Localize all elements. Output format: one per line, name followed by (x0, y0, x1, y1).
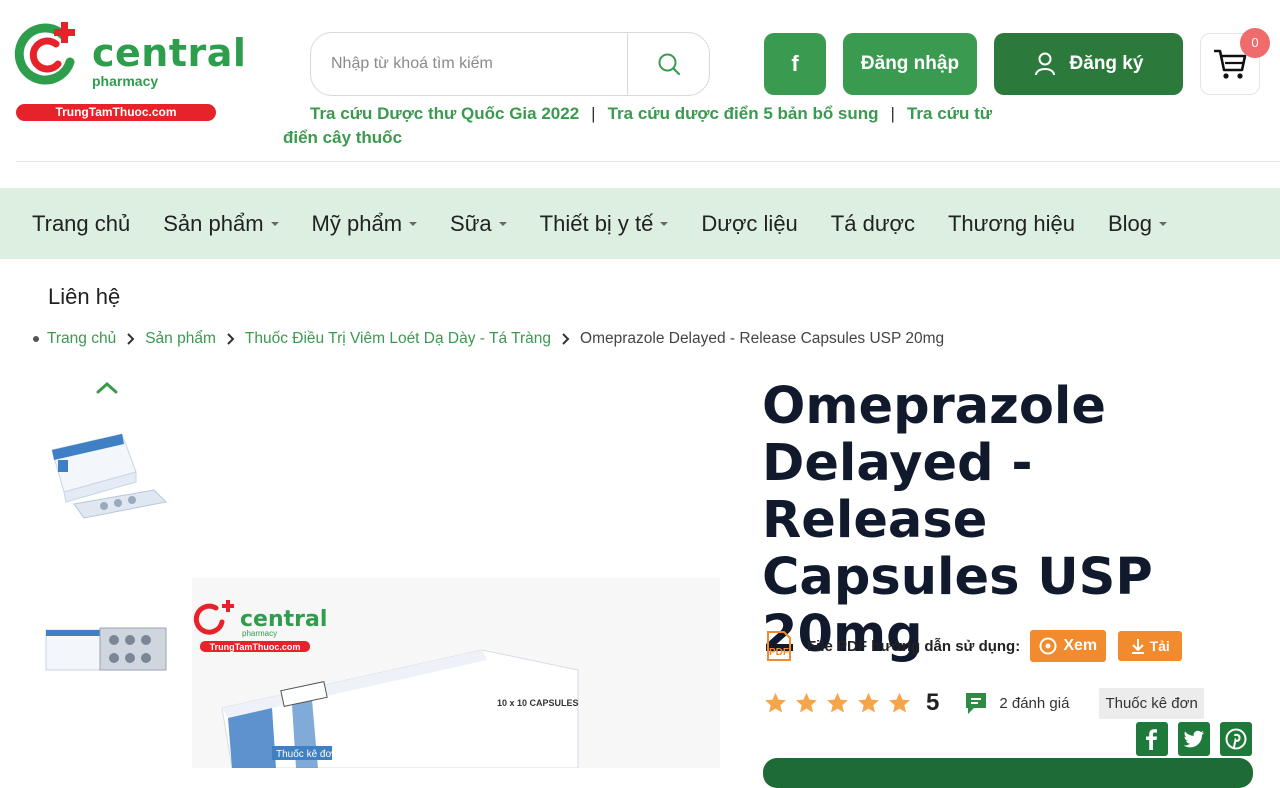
nav-item[interactable]: Dược liệu (701, 211, 797, 237)
svg-text:pharmacy: pharmacy (242, 629, 277, 638)
eye-icon (1039, 637, 1057, 655)
twitter-icon (1183, 730, 1204, 748)
caret-down-icon (1159, 221, 1168, 226)
star-icon (827, 692, 848, 713)
facebook-icon (1146, 729, 1157, 750)
star-icon (765, 692, 786, 713)
caret-down-icon (409, 221, 418, 226)
nav-item[interactable]: Blog (1108, 210, 1168, 237)
login-button[interactable]: Đăng nhập (843, 33, 977, 95)
download-label: Tải (1149, 638, 1170, 654)
product-thumbnail[interactable] (44, 420, 170, 536)
rating-value: 5 (926, 689, 940, 716)
search-input[interactable] (331, 51, 621, 77)
product-main-image[interactable]: central pharmacy TrungTamThuoc.com 10 x … (192, 578, 720, 768)
share-pinterest-button[interactable] (1220, 722, 1252, 756)
caret-down-icon (660, 221, 669, 226)
nav-item-lien-he[interactable]: Liên hệ (48, 284, 120, 310)
svg-text:TrungTamThuoc.com: TrungTamThuoc.com (210, 642, 301, 652)
nav-item-label: Tá dược (830, 210, 915, 236)
site-logo[interactable]: central pharmacy TrungTamThuoc.com (14, 22, 246, 122)
search-icon (658, 53, 680, 76)
svg-text:10 x 10 CAPSULES: 10 x 10 CAPSULES (497, 698, 579, 708)
logo-wordmark: central (92, 31, 247, 75)
share-buttons (1136, 722, 1252, 756)
breadcrumb-current: Omeprazole Delayed - Release Capsules US… (580, 330, 945, 347)
nav-item[interactable]: Mỹ phẩm (311, 210, 418, 237)
search-box (310, 32, 710, 96)
rating-row: 5 2 đánh giá Thuốc kê đơn (763, 686, 1204, 720)
star-rating[interactable] (763, 691, 912, 715)
pdf-label: File PDF hướng dẫn sử dụng: (807, 637, 1021, 655)
product-photo: central pharmacy TrungTamThuoc.com 10 x … (192, 578, 720, 768)
facebook-button[interactable]: f (764, 33, 826, 95)
pdf-guide-row: PDF File PDF hướng dẫn sử dụng: Xem Tải (763, 630, 1183, 662)
view-pdf-button[interactable]: Xem (1030, 630, 1107, 662)
svg-text:Thuốc kê đơn: Thuốc kê đơn (276, 748, 338, 760)
nav-item[interactable]: Tá dược (831, 211, 915, 237)
breadcrumb-products[interactable]: Sản phẩm (145, 330, 216, 348)
product-title: Omeprazole Delayed - Release Capsules US… (762, 377, 1153, 664)
nav-item-label: Thương hiệu (947, 210, 1075, 236)
facebook-icon: f (791, 51, 799, 76)
nav-item-label: Sản phẩm (163, 210, 264, 236)
nav-item-label: Blog (1108, 210, 1153, 236)
register-button[interactable]: Đăng ký (994, 33, 1183, 95)
nav-item[interactable]: Trang chủ (32, 211, 130, 237)
nav-item-label: Thiết bị y tế (539, 210, 654, 236)
svg-text:PDF: PDF (769, 647, 789, 658)
search-button[interactable] (627, 33, 709, 95)
pdf-file-icon: PDF (767, 631, 791, 661)
chevron-right-icon (226, 333, 235, 345)
prescription-badge: Thuốc kê đơn (1099, 687, 1204, 719)
share-facebook-button[interactable] (1136, 722, 1168, 756)
separator: | (890, 104, 895, 123)
main-nav: Trang chủ Sản phẩm Mỹ phẩm Sữa Thiết bị y tế… (0, 188, 1280, 259)
caret-down-icon (498, 221, 507, 226)
nav-item[interactable]: Thiết bị y tế (540, 211, 669, 237)
register-label: Đăng ký (1069, 53, 1144, 74)
user-icon (1034, 52, 1055, 76)
product-box-image (51, 433, 168, 519)
star-icon (889, 692, 910, 713)
nav-item-label: Mỹ phẩm (311, 210, 403, 236)
breadcrumb-category[interactable]: Thuốc Điều Trị Viêm Loét Dạ Dày - Tá Trà… (245, 330, 551, 348)
nav-item[interactable]: Thương hiệu (948, 211, 1075, 237)
share-twitter-button[interactable] (1178, 722, 1210, 756)
quick-links: Tra cứu Dược thư Quốc Gia 2022 | Tra cứu d… (283, 102, 1003, 150)
nav-item-label: Sữa (450, 210, 492, 236)
quick-link-duoc-thu[interactable]: Tra cứu Dược thư Quốc Gia 2022 (310, 104, 579, 123)
nav-item-label: Dược liệu (701, 210, 798, 236)
product-blister-image (45, 627, 167, 671)
chevron-right-icon (126, 333, 135, 345)
logo-domain: TrungTamThuoc.com (16, 104, 216, 121)
bullet-icon (33, 336, 39, 342)
separator: | (591, 104, 596, 123)
chevron-right-icon (561, 333, 570, 345)
header-divider (16, 161, 1280, 162)
breadcrumb: Trang chủ Sản phẩm Thuốc Điều Trị Viêm L… (33, 330, 944, 348)
buy-button[interactable] (763, 758, 1253, 788)
logo-mark-icon (14, 22, 75, 85)
star-icon (796, 692, 817, 713)
breadcrumb-home[interactable]: Trang chủ (47, 330, 116, 348)
review-count[interactable]: 2 đánh giá (999, 695, 1069, 712)
caret-down-icon (270, 221, 279, 226)
product-thumbnail[interactable] (44, 612, 170, 680)
nav-item[interactable]: Sữa (450, 211, 507, 237)
nav-item-label: Trang chủ (32, 210, 131, 236)
comment-icon (966, 693, 987, 714)
download-pdf-button[interactable]: Tải (1118, 631, 1183, 661)
download-icon (1131, 639, 1144, 654)
quick-link-duoc-dien[interactable]: Tra cứu dược điển 5 bản bổ sung (608, 104, 879, 123)
pinterest-icon (1225, 728, 1247, 750)
logo-subtitle: pharmacy (92, 73, 159, 89)
view-label: Xem (1063, 637, 1098, 654)
star-icon (858, 692, 879, 713)
cart-count-badge: 0 (1240, 28, 1270, 58)
nav-item[interactable]: Sản phẩm (163, 210, 279, 237)
chevron-up-icon[interactable] (94, 378, 120, 396)
